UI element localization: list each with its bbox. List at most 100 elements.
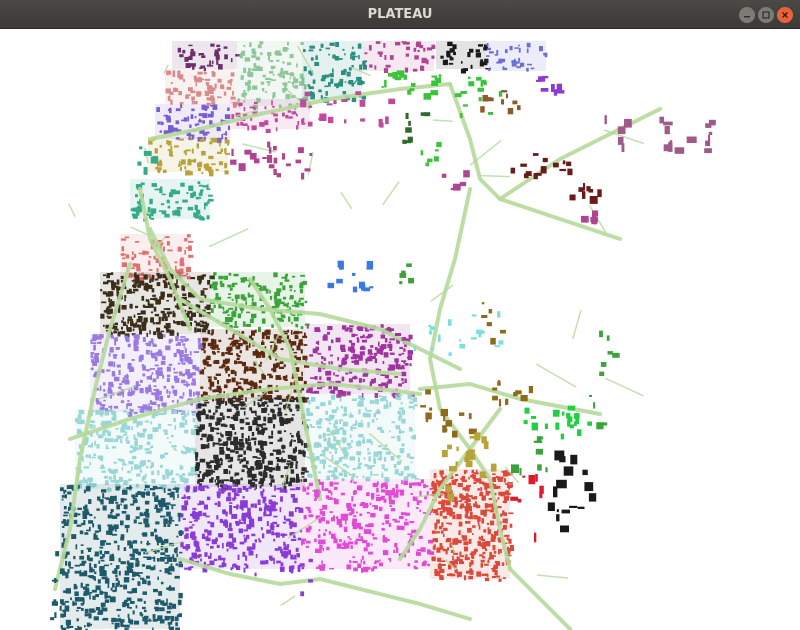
- building: [151, 470, 154, 475]
- building: [127, 343, 131, 348]
- building: [231, 403, 235, 407]
- building: [474, 548, 478, 552]
- building: [282, 450, 285, 453]
- building: [230, 464, 233, 469]
- building: [485, 548, 488, 551]
- building: [229, 287, 233, 291]
- building: [102, 505, 107, 511]
- building: [148, 284, 153, 290]
- building: [328, 332, 330, 335]
- building: [183, 362, 186, 365]
- building: [369, 400, 375, 404]
- building: [297, 435, 301, 440]
- building: [150, 338, 154, 343]
- building: [273, 113, 278, 117]
- building: [315, 55, 318, 60]
- building: [112, 415, 117, 419]
- building: [392, 518, 397, 521]
- building: [255, 448, 260, 451]
- building: [174, 392, 177, 396]
- building: [166, 300, 169, 302]
- building: [371, 419, 375, 423]
- building: [300, 326, 304, 329]
- building: [252, 351, 257, 356]
- building: [461, 61, 463, 64]
- building: [520, 395, 528, 402]
- building: [160, 581, 164, 585]
- building: [111, 533, 118, 536]
- building: [105, 542, 111, 545]
- building: [186, 192, 189, 194]
- building: [200, 438, 203, 441]
- building: [193, 75, 197, 80]
- building: [347, 327, 350, 330]
- building: [130, 557, 135, 560]
- building: [166, 598, 168, 604]
- building: [338, 58, 343, 60]
- building: [103, 324, 105, 327]
- building: [363, 547, 368, 552]
- building: [166, 502, 171, 505]
- building: [402, 41, 406, 45]
- building: [383, 68, 389, 73]
- building: [479, 493, 483, 497]
- building: [210, 65, 214, 67]
- building: [669, 141, 672, 147]
- minimize-button[interactable]: [739, 7, 755, 23]
- building: [326, 546, 330, 551]
- building: [420, 150, 424, 156]
- building: [245, 422, 250, 425]
- building: [62, 526, 65, 528]
- building: [201, 433, 207, 438]
- building: [227, 314, 230, 316]
- maximize-button[interactable]: [758, 7, 774, 23]
- building: [599, 371, 605, 376]
- building: [172, 312, 176, 318]
- building: [191, 148, 194, 154]
- building: [171, 385, 175, 389]
- building: [436, 479, 438, 483]
- building: [229, 522, 232, 528]
- building: [686, 136, 697, 143]
- building: [134, 254, 137, 258]
- building: [110, 587, 113, 591]
- building: [175, 120, 180, 125]
- building: [225, 401, 228, 406]
- building: [148, 403, 150, 409]
- building: [350, 342, 355, 346]
- building: [91, 359, 94, 363]
- building: [301, 476, 305, 478]
- building: [290, 341, 297, 346]
- building: [133, 345, 139, 352]
- city-model-canvas[interactable]: [0, 29, 800, 630]
- building: [295, 547, 299, 552]
- building: [367, 465, 373, 470]
- building: [73, 555, 76, 560]
- minor-road: [536, 574, 569, 579]
- building: [262, 88, 265, 92]
- building: [128, 288, 132, 293]
- building: [183, 79, 185, 83]
- building: [237, 313, 241, 319]
- building: [194, 116, 197, 119]
- building: [388, 499, 392, 505]
- building: [483, 563, 489, 566]
- building: [235, 407, 239, 411]
- building: [332, 534, 335, 539]
- building: [341, 348, 346, 352]
- 3d-city-viewport[interactable]: [0, 29, 800, 630]
- building: [201, 55, 206, 58]
- building: [286, 335, 290, 340]
- close-button[interactable]: [777, 7, 793, 23]
- building: [98, 560, 101, 564]
- building: [121, 624, 125, 627]
- title-bar[interactable]: PLATEAU: [0, 0, 800, 29]
- building: [289, 408, 293, 412]
- building: [528, 475, 536, 485]
- building: [308, 482, 313, 487]
- building: [201, 150, 206, 156]
- building: [376, 487, 379, 493]
- district-tile: [148, 137, 231, 177]
- building: [300, 471, 305, 475]
- building: [272, 409, 275, 414]
